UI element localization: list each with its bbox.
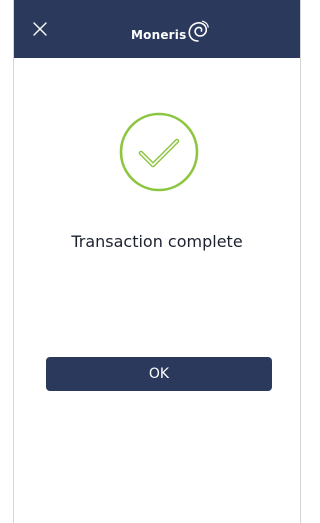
transaction-screen: Moneris Transaction complete OK [13,0,301,523]
moneris-logo: Moneris [131,17,210,43]
app-header: Moneris [14,0,300,58]
moneris-swirl-logo-icon [188,20,210,42]
brand-name: Moneris [131,28,187,42]
ok-button[interactable]: OK [46,357,272,391]
close-icon [33,22,47,36]
close-button[interactable] [32,21,48,37]
checkmark-circle-icon [119,112,199,192]
status-message: Transaction complete [71,232,243,251]
